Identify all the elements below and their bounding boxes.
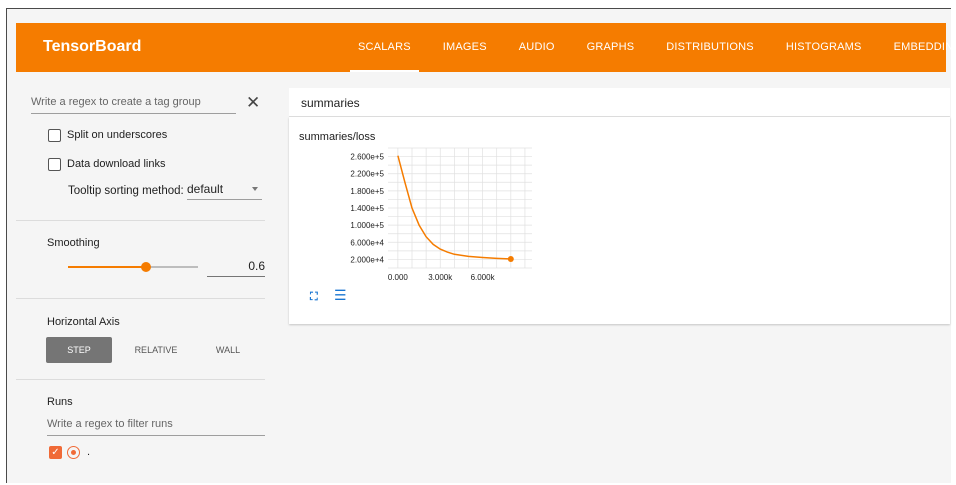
y-tick-label: 1.400e+5 (350, 204, 384, 213)
smoothing-slider[interactable] (68, 262, 198, 272)
tab-images[interactable]: IMAGES (427, 23, 503, 72)
tab-audio[interactable]: AUDIO (503, 23, 571, 72)
tag-group-name: summaries (301, 96, 360, 110)
tag-group-header[interactable]: summaries (289, 88, 950, 117)
download-links-label: Data download links (67, 158, 166, 170)
section-divider (16, 220, 265, 221)
data-table-icon[interactable]: ☰ (334, 287, 347, 304)
y-tick-label: 2.200e+5 (350, 170, 384, 179)
fullscreen-icon[interactable]: ⛶ (310, 291, 318, 304)
run-radio-button[interactable] (67, 446, 80, 459)
y-tick-label: 1.800e+5 (350, 187, 384, 196)
dashboard-tabs: SCALARS IMAGES AUDIO GRAPHS DISTRIBUTION… (342, 23, 956, 72)
axis-wall-button[interactable]: WALL (198, 337, 258, 363)
tooltip-sort-label: Tooltip sorting method: (68, 185, 184, 197)
section-divider (16, 298, 265, 299)
smoothing-slider-handle[interactable] (141, 262, 151, 272)
tag-group-regex-input[interactable]: Write a regex to create a tag group (31, 96, 236, 114)
section-divider (16, 379, 265, 380)
tab-graphs[interactable]: GRAPHS (571, 23, 651, 72)
smoothing-heading: Smoothing (47, 237, 100, 249)
tooltip-sort-select[interactable]: default (187, 182, 262, 200)
split-underscores-checkbox[interactable] (48, 129, 61, 142)
y-tick-label: 2.600e+5 (350, 153, 384, 162)
tab-distributions[interactable]: DISTRIBUTIONS (650, 23, 770, 72)
runs-filter-input[interactable]: Write a regex to filter runs (47, 418, 265, 436)
tab-histograms[interactable]: HISTOGRAMS (770, 23, 878, 72)
run-checkbox[interactable]: ✓ (49, 446, 62, 459)
smoothing-slider-fill (68, 266, 146, 268)
axis-relative-button[interactable]: RELATIVE (124, 337, 188, 363)
smoothing-value-input[interactable]: 0.6 (207, 259, 265, 277)
app-title: TensorBoard (43, 38, 142, 55)
y-tick-label: 1.000e+5 (350, 221, 384, 230)
tab-scalars[interactable]: SCALARS (342, 23, 427, 72)
scalar-chart-card: summaries/loss 2.000e+4 6.000e+4 1.000e+5 1… (289, 117, 950, 324)
clear-regex-icon[interactable]: ✕ (246, 93, 260, 113)
series-last-point (507, 256, 514, 262)
y-tick-label: 2.000e+4 (350, 255, 384, 264)
runs-heading: Runs (47, 396, 73, 408)
download-links-checkbox[interactable] (48, 158, 61, 171)
x-tick-label: 0.000 (388, 273, 409, 282)
run-name: . (87, 446, 91, 458)
tooltip-sort-value: default (187, 182, 224, 196)
tab-embeddings[interactable]: EMBEDDINGS (878, 23, 956, 72)
x-tick-label: 3.000k (428, 273, 453, 282)
top-app-bar: TensorBoard SCALARS IMAGES AUDIO GRAPHS … (16, 23, 956, 72)
x-tick-label: 6.000k (471, 273, 496, 282)
horizontal-axis-heading: Horizontal Axis (47, 316, 120, 328)
y-tick-label: 6.000e+4 (350, 238, 384, 247)
split-underscores-label: Split on underscores (67, 129, 168, 141)
chevron-down-icon (252, 187, 258, 191)
axis-step-button[interactable]: STEP (46, 337, 112, 363)
